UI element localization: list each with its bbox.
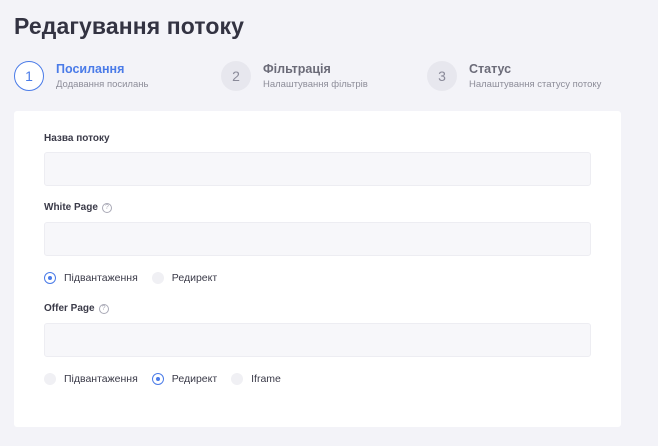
stream-name-label-text: Назва потоку	[44, 133, 110, 144]
offer-page-mode-radio-group: Підвантаження Редирект Iframe	[44, 373, 295, 385]
page-title: Редагування потоку	[14, 13, 245, 39]
radio-unchecked-icon	[231, 373, 244, 385]
radio-label: Редирект	[171, 272, 218, 284]
radio-label: Підвантаження	[64, 272, 138, 284]
step-status[interactable]: 3 Статус Налаштування статусу потоку	[427, 61, 601, 92]
help-icon[interactable]: ?	[98, 303, 109, 314]
step-number: 1	[14, 61, 44, 91]
stream-name-label: Назва потоку	[44, 133, 110, 144]
step-title: Посилання	[56, 62, 125, 76]
step-filtering[interactable]: 2 Фільтрація Налаштування фільтрів	[221, 61, 368, 92]
white-page-label-text: White Page	[44, 202, 98, 213]
stepper: 1 Посилання Додавання посилань 2 Фільтра…	[14, 61, 654, 95]
radio-label: Редирект	[171, 373, 218, 385]
radio-unchecked-icon	[44, 373, 56, 385]
stream-name-input[interactable]	[44, 152, 591, 186]
white-page-radio-redirect[interactable]: Редирект	[151, 272, 218, 284]
step-title: Статус	[469, 62, 512, 76]
white-page-label: White Page ?	[44, 202, 112, 213]
radio-unchecked-icon	[151, 272, 164, 284]
white-page-radio-preload[interactable]: Підвантаження	[44, 272, 138, 284]
offer-page-label: Offer Page ?	[44, 303, 109, 314]
form-card: Назва потоку White Page ? Підвантаження …	[14, 111, 621, 427]
help-icon[interactable]: ?	[101, 202, 112, 213]
step-links[interactable]: 1 Посилання Додавання посилань	[14, 61, 148, 92]
radio-checked-icon	[44, 272, 56, 284]
step-number: 2	[221, 61, 251, 91]
white-page-mode-radio-group: Підвантаження Редирект	[44, 272, 231, 284]
step-subtitle: Додавання посилань	[56, 79, 149, 90]
offer-page-label-text: Offer Page	[44, 303, 95, 314]
offer-page-radio-iframe[interactable]: Iframe	[231, 373, 281, 385]
step-subtitle: Налаштування фільтрів	[263, 79, 368, 90]
step-number: 3	[427, 61, 457, 91]
radio-label: Підвантаження	[64, 373, 138, 385]
white-page-input[interactable]	[44, 222, 591, 256]
step-subtitle: Налаштування статусу потоку	[469, 79, 602, 90]
offer-page-radio-preload[interactable]: Підвантаження	[44, 373, 138, 385]
radio-checked-icon	[151, 373, 164, 385]
offer-page-input[interactable]	[44, 323, 591, 357]
radio-label: Iframe	[251, 373, 281, 385]
offer-page-radio-redirect[interactable]: Редирект	[151, 373, 218, 385]
step-title: Фільтрація	[263, 62, 331, 76]
